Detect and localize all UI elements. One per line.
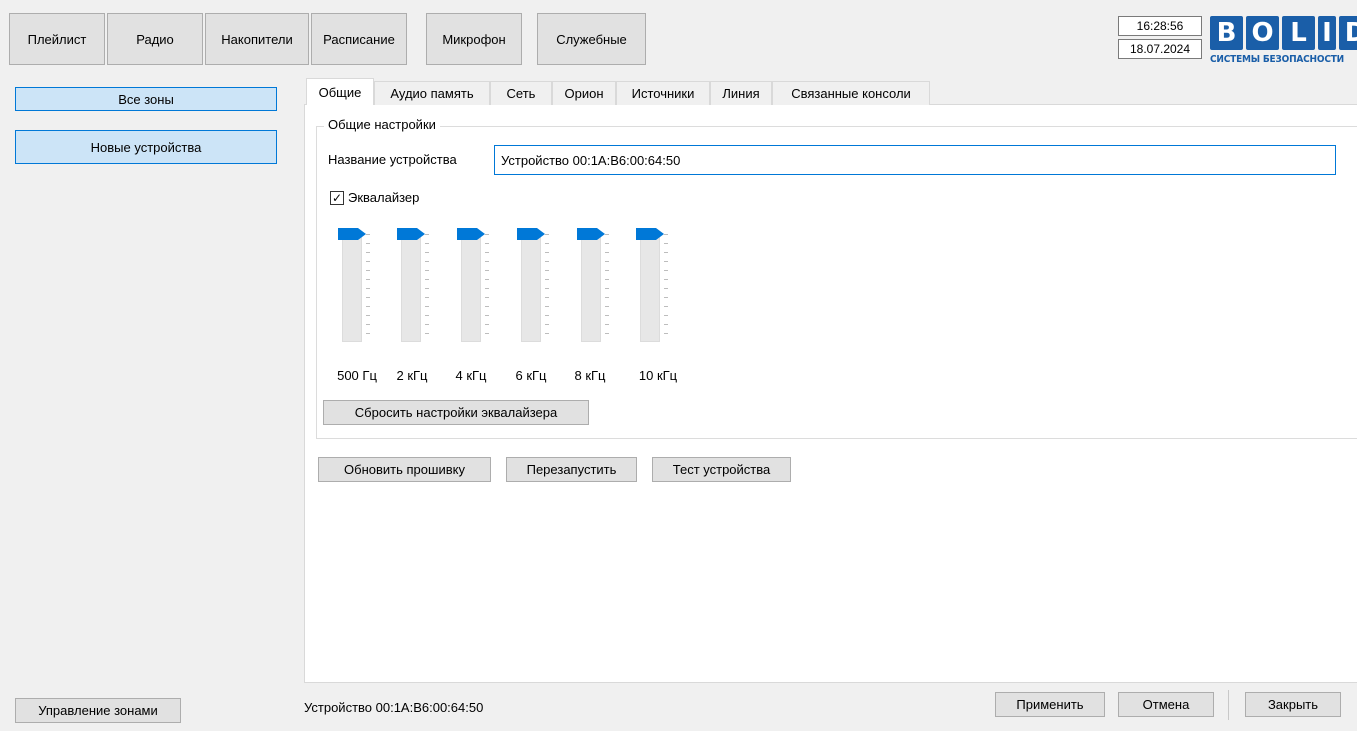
- slider-thumb[interactable]: [517, 228, 545, 240]
- slider-track: [521, 236, 541, 342]
- tab-general[interactable]: Общие: [306, 78, 374, 105]
- slider-ticks: [605, 234, 609, 342]
- tab-line[interactable]: Линия: [710, 81, 772, 105]
- tab-network[interactable]: Сеть: [490, 81, 552, 105]
- tab-orion[interactable]: Орион: [552, 81, 616, 105]
- update-firmware-button[interactable]: Обновить прошивку: [318, 457, 491, 482]
- nav-schedule-button[interactable]: Расписание: [311, 13, 407, 65]
- new-devices-button[interactable]: Новые устройства: [15, 130, 277, 164]
- equalizer-checkbox[interactable]: ✓: [330, 191, 344, 205]
- logo-word: B O L I D: [1210, 16, 1357, 50]
- eq-slider-500hz[interactable]: [332, 228, 372, 344]
- logo-subtitle: СИСТЕМЫ БЕЗОПАСНОСТИ: [1210, 54, 1345, 65]
- status-device-name: Устройство 00:1A:B6:00:64:50: [304, 700, 484, 715]
- nav-microphone-button[interactable]: Микрофон: [426, 13, 522, 65]
- test-device-button[interactable]: Тест устройства: [652, 457, 791, 482]
- slider-thumb[interactable]: [577, 228, 605, 240]
- slider-track: [640, 236, 660, 342]
- nav-radio-button[interactable]: Радио: [107, 13, 203, 65]
- slider-thumb[interactable]: [636, 228, 664, 240]
- tab-audio-memory[interactable]: Аудио память: [374, 81, 490, 105]
- tab-sources[interactable]: Источники: [616, 81, 710, 105]
- slider-track: [401, 236, 421, 342]
- logo-letter: D: [1339, 16, 1357, 50]
- eq-slider-2khz[interactable]: [391, 228, 431, 344]
- logo-letter: B: [1210, 16, 1243, 50]
- slider-track: [461, 236, 481, 342]
- eq-band-label: 8 кГц: [574, 368, 606, 383]
- bolid-logo: B O L I D СИСТЕМЫ БЕЗОПАСНОСТИ: [1210, 16, 1357, 72]
- slider-thumb[interactable]: [397, 228, 425, 240]
- eq-band-label: 4 кГц: [455, 368, 487, 383]
- device-name-label: Название устройства: [328, 152, 457, 167]
- slider-ticks: [485, 234, 489, 342]
- tab-linked-consoles[interactable]: Связанные консоли: [772, 81, 930, 105]
- clock-date: 18.07.2024: [1118, 39, 1202, 59]
- nav-storage-button[interactable]: Накопители: [205, 13, 309, 65]
- eq-slider-10khz[interactable]: [630, 228, 670, 344]
- eq-slider-4khz[interactable]: [451, 228, 491, 344]
- eq-band-label: 2 кГц: [396, 368, 428, 383]
- clock-time: 16:28:56: [1118, 16, 1202, 36]
- all-zones-button[interactable]: Все зоны: [15, 87, 277, 111]
- nav-service-button[interactable]: Служебные: [537, 13, 646, 65]
- logo-letter: O: [1246, 16, 1279, 50]
- equalizer-label: Эквалайзер: [348, 190, 420, 205]
- reset-equalizer-button[interactable]: Сбросить настройки эквалайзера: [323, 400, 589, 425]
- logo-letter: L: [1282, 16, 1315, 50]
- apply-button[interactable]: Применить: [995, 692, 1105, 717]
- slider-ticks: [425, 234, 429, 342]
- eq-band-label: 500 Гц: [337, 368, 377, 383]
- slider-thumb[interactable]: [338, 228, 366, 240]
- nav-playlist-button[interactable]: Плейлист: [9, 13, 105, 65]
- general-settings-title: Общие настройки: [324, 117, 440, 132]
- slider-thumb[interactable]: [457, 228, 485, 240]
- slider-ticks: [545, 234, 549, 342]
- eq-slider-8khz[interactable]: [571, 228, 611, 344]
- footer-divider: [1228, 690, 1229, 720]
- logo-letter: I: [1318, 16, 1336, 50]
- slider-ticks: [664, 234, 668, 342]
- close-button[interactable]: Закрыть: [1245, 692, 1341, 717]
- slider-track: [581, 236, 601, 342]
- device-name-input[interactable]: Устройство 00:1A:B6:00:64:50: [494, 145, 1336, 175]
- eq-band-label: 10 кГц: [638, 368, 678, 383]
- eq-band-label: 6 кГц: [515, 368, 547, 383]
- manage-zones-button[interactable]: Управление зонами: [15, 698, 181, 723]
- eq-slider-6khz[interactable]: [511, 228, 551, 344]
- slider-ticks: [366, 234, 370, 342]
- restart-button[interactable]: Перезапустить: [506, 457, 637, 482]
- cancel-button[interactable]: Отмена: [1118, 692, 1214, 717]
- slider-track: [342, 236, 362, 342]
